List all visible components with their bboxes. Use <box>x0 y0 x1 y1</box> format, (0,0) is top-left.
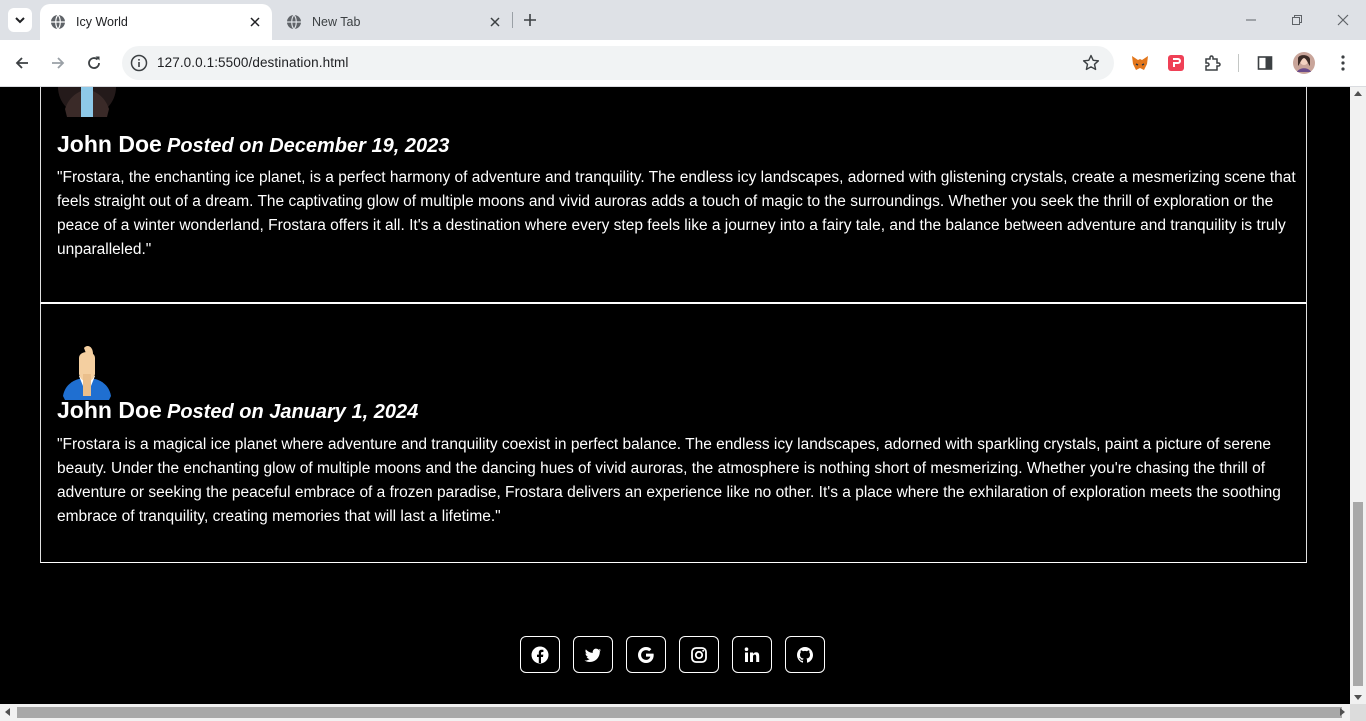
close-window-button[interactable] <box>1320 8 1366 32</box>
vertical-scrollbar[interactable] <box>1350 87 1366 704</box>
pocket-extension-icon[interactable] <box>1165 52 1187 74</box>
reviewer-name: John Doe <box>57 131 162 157</box>
browser-toolbar: 127.0.0.1:5500/destination.html <box>0 40 1366 87</box>
chrome-menu-icon[interactable] <box>1332 52 1354 74</box>
github-link[interactable] <box>785 636 825 673</box>
back-button[interactable] <box>10 51 34 75</box>
review-card: John Doe Posted on January 1, 2024 "Fros… <box>40 304 1307 563</box>
page-viewport: John Doe Posted on December 19, 2023 "Fr… <box>0 87 1350 704</box>
scroll-down-arrow-icon[interactable] <box>1354 695 1362 700</box>
reviewer-name: John Doe <box>57 397 162 423</box>
reviewer-avatar <box>63 346 111 400</box>
review-heading: John Doe Posted on January 1, 2024 <box>57 397 418 424</box>
facebook-link[interactable] <box>520 636 560 673</box>
address-bar[interactable]: 127.0.0.1:5500/destination.html <box>122 46 1114 80</box>
horizontal-scrollbar[interactable] <box>0 704 1350 721</box>
google-link[interactable] <box>626 636 666 673</box>
arrow-right-icon <box>52 57 65 69</box>
profile-avatar[interactable] <box>1293 52 1315 74</box>
instagram-icon <box>691 646 707 663</box>
review-date: Posted on January 1, 2024 <box>166 401 419 423</box>
restore-icon <box>1292 15 1302 25</box>
vertical-scroll-thumb[interactable] <box>1353 502 1363 686</box>
linkedin-link[interactable] <box>732 636 772 673</box>
social-links <box>520 636 838 673</box>
arrow-left-icon <box>15 57 28 69</box>
review-text: "Frostara, the enchanting ice planet, is… <box>57 169 1296 258</box>
minimize-button[interactable] <box>1228 8 1274 32</box>
tab-new-tab[interactable]: New Tab <box>276 4 512 40</box>
browser-tab-strip: Icy World New Tab <box>0 0 1366 40</box>
tab-title: New Tab <box>312 15 361 29</box>
metamask-extension-icon[interactable] <box>1129 52 1151 74</box>
github-icon <box>797 646 813 663</box>
review-date: Posted on December 19, 2023 <box>166 135 450 157</box>
scroll-right-arrow-icon[interactable] <box>1340 708 1345 716</box>
google-icon <box>638 646 654 663</box>
instagram-link[interactable] <box>679 636 719 673</box>
restore-button[interactable] <box>1274 8 1320 32</box>
review-heading: John Doe Posted on December 19, 2023 <box>57 131 449 158</box>
forward-button[interactable] <box>46 51 70 75</box>
horizontal-scroll-thumb[interactable] <box>17 707 1342 718</box>
scroll-up-arrow-icon[interactable] <box>1354 91 1362 96</box>
twitter-icon <box>584 648 601 662</box>
plus-icon <box>524 14 536 26</box>
facebook-icon <box>531 646 549 663</box>
close-icon <box>1337 14 1349 26</box>
tab-search-button[interactable] <box>8 8 32 32</box>
bookmark-star-icon[interactable] <box>1082 54 1100 72</box>
linkedin-icon <box>744 646 760 662</box>
review-text: "Frostara is a magical ice planet where … <box>57 436 1281 525</box>
globe-icon <box>287 14 301 30</box>
reload-button[interactable] <box>82 51 106 75</box>
toolbar-divider <box>1238 54 1239 72</box>
close-tab-icon[interactable] <box>486 13 504 31</box>
scroll-left-arrow-icon[interactable] <box>5 708 10 716</box>
chevron-down-icon <box>15 17 25 24</box>
tab-title: Icy World <box>76 15 128 29</box>
side-panel-icon[interactable] <box>1254 52 1276 74</box>
globe-icon <box>51 14 65 30</box>
extensions-puzzle-icon[interactable] <box>1201 52 1223 74</box>
reload-icon <box>88 56 100 69</box>
reviewer-avatar <box>58 87 116 117</box>
minimize-icon <box>1246 19 1256 21</box>
scrollbar-corner <box>1350 704 1366 721</box>
tab-divider <box>512 12 513 28</box>
twitter-link[interactable] <box>573 636 613 673</box>
url-text[interactable]: 127.0.0.1:5500/destination.html <box>157 55 349 70</box>
new-tab-button[interactable] <box>520 10 540 30</box>
site-info-icon[interactable] <box>130 54 148 72</box>
close-tab-icon[interactable] <box>246 13 264 31</box>
review-card: John Doe Posted on December 19, 2023 "Fr… <box>40 87 1307 304</box>
tab-icy-world[interactable]: Icy World <box>40 4 272 40</box>
